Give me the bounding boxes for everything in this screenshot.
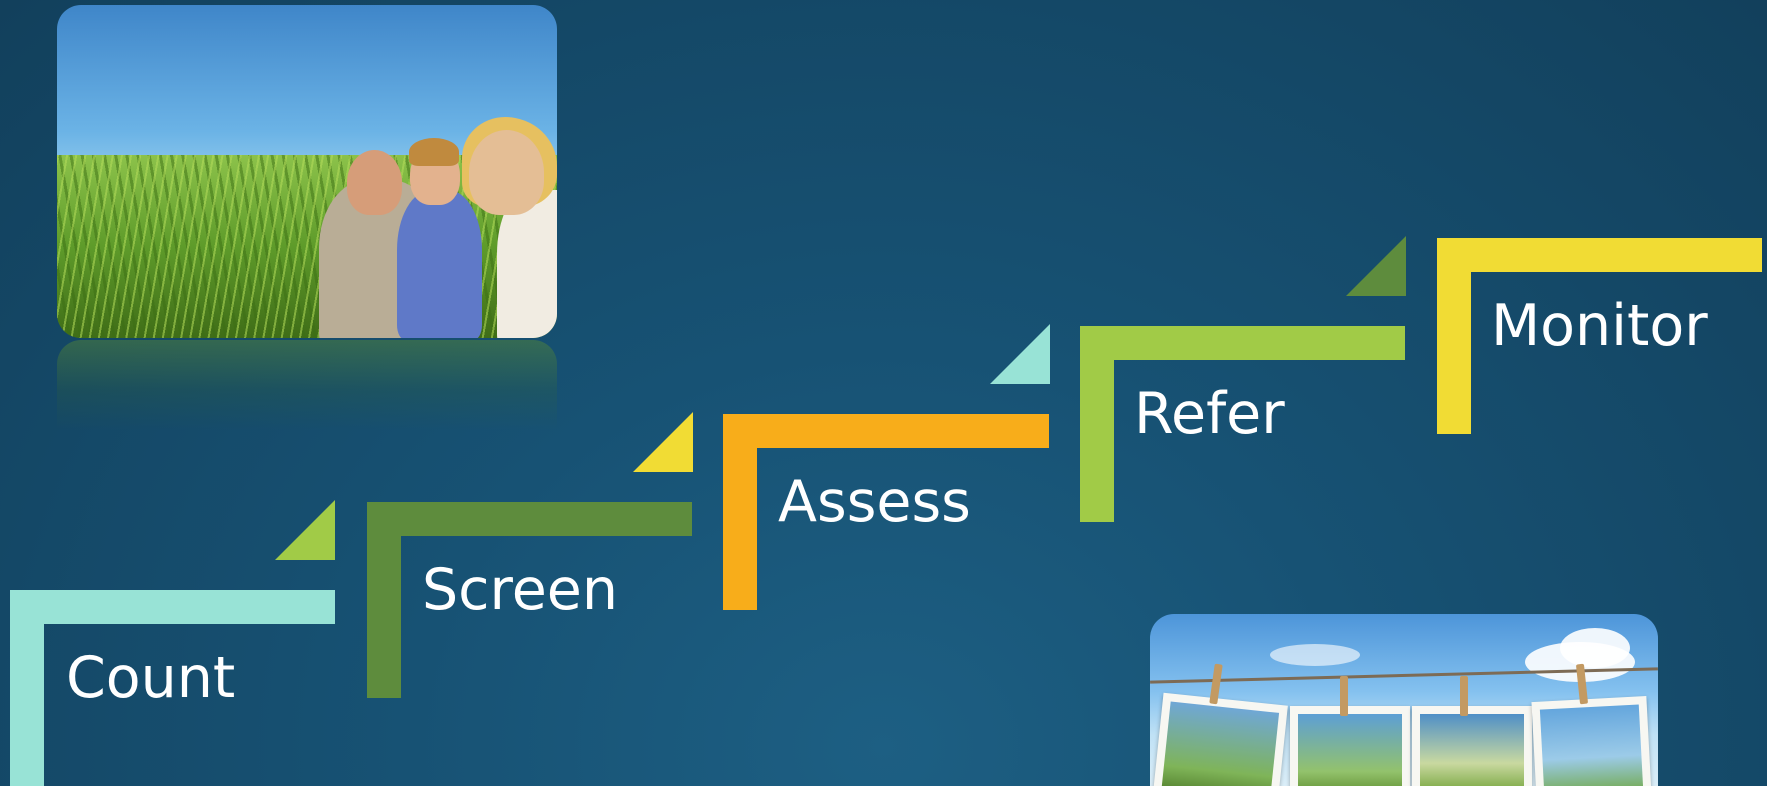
slide: Count Screen Assess Refer Monitor: [0, 0, 1767, 786]
step-refer-bracket-top: [1080, 326, 1405, 360]
step-monitor-bracket-side: [1437, 238, 1471, 434]
clothespin: [1340, 676, 1348, 716]
boy-hair: [409, 138, 459, 166]
woman-head: [469, 130, 544, 215]
family-photo-reflection: [57, 340, 557, 430]
step-refer-bracket-side: [1080, 326, 1114, 522]
hanging-photo: [1531, 696, 1652, 786]
step-assess-bracket-top: [723, 414, 1049, 448]
step-monitor-label: Monitor: [1491, 293, 1708, 359]
step-count-accent-triangle: [275, 500, 335, 560]
step-assess-bracket-side: [723, 414, 757, 610]
step-assess-label: Assess: [778, 469, 971, 535]
step-screen-accent-triangle: [633, 412, 693, 472]
cloud: [1560, 628, 1630, 668]
man-head: [347, 150, 402, 215]
step-assess-accent-triangle: [990, 324, 1050, 384]
family-grass-photo: [57, 5, 557, 338]
step-refer-accent-triangle: [1346, 236, 1406, 296]
step-refer-label: Refer: [1134, 381, 1285, 447]
step-count-bracket-top: [10, 590, 335, 624]
step-count-label: Count: [66, 645, 236, 711]
clothesline-photos-image: [1150, 614, 1658, 786]
cloud: [1270, 644, 1360, 666]
boy-figure: [397, 190, 482, 338]
step-screen-label: Screen: [422, 557, 618, 623]
step-count-bracket-side: [10, 590, 44, 786]
hanging-photo: [1153, 692, 1288, 786]
step-screen-bracket-top: [367, 502, 692, 536]
hanging-photo: [1412, 706, 1532, 786]
hanging-photo: [1290, 706, 1410, 786]
clothespin: [1460, 676, 1468, 716]
step-monitor-bracket-top: [1437, 238, 1762, 272]
step-screen-bracket-side: [367, 502, 401, 698]
